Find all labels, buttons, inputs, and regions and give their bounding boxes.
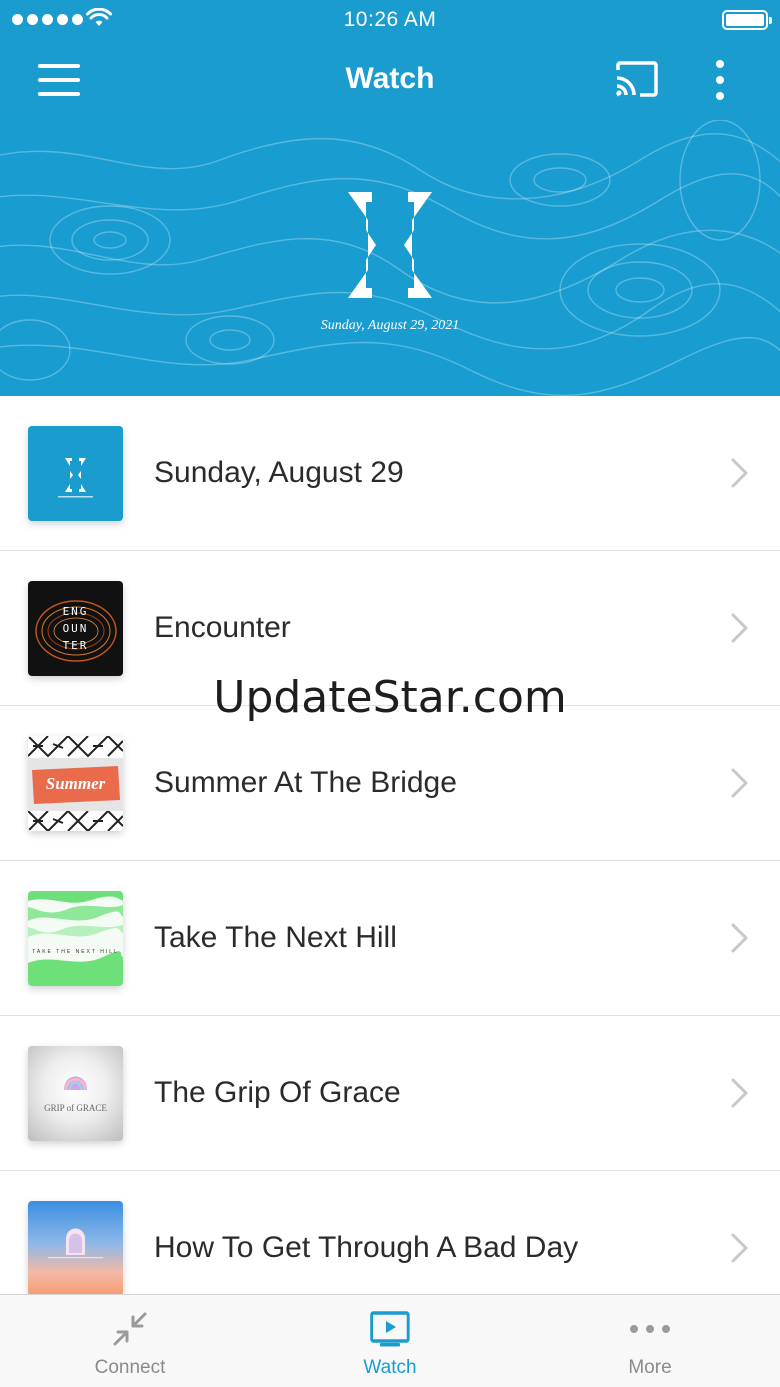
status-bar: 10:26 AM xyxy=(0,0,780,40)
arrows-in-icon xyxy=(113,1312,147,1346)
thumbnail-image: TAKE THE NEXT HILL xyxy=(28,891,123,986)
cast-icon[interactable] xyxy=(614,60,660,98)
tab-label: Connect xyxy=(94,1357,166,1378)
list-item-label: Summer At The Bridge xyxy=(154,766,457,799)
list-item-label: Sunday, August 29 xyxy=(154,456,404,489)
list-item-label: Take The Next Hill xyxy=(154,921,397,954)
nav-bar: Watch xyxy=(0,40,780,120)
thumbnail-image xyxy=(28,426,123,521)
thumbnail-image: Summer xyxy=(28,736,123,831)
tab-watch[interactable]: Watch xyxy=(260,1295,520,1387)
list-item[interactable]: TAKE THE NEXT HILL Take The Next Hill xyxy=(0,861,780,1016)
thumbnail-text: TAKE THE NEXT HILL xyxy=(32,949,119,955)
page-title: Watch xyxy=(345,62,435,95)
media-list: Sunday, August 29 ENG OUN TER Encounter xyxy=(0,396,780,1326)
watermark-text: UpdateStar.com xyxy=(213,672,567,723)
thumbnail-text: Summer xyxy=(45,774,106,793)
chevron-right-icon xyxy=(731,613,748,643)
thumbnail-text: TER xyxy=(62,639,89,652)
hero-banner: Sunday, August 29, 2021 xyxy=(0,120,780,396)
chevron-right-icon xyxy=(731,458,748,488)
tv-play-icon xyxy=(370,1311,410,1347)
tab-more[interactable]: More xyxy=(520,1295,780,1387)
battery-icon xyxy=(722,10,772,30)
status-time: 10:26 AM xyxy=(343,8,437,31)
more-dots-icon xyxy=(630,1325,670,1333)
list-item-label: The Grip Of Grace xyxy=(154,1076,401,1109)
more-options-icon[interactable] xyxy=(712,58,728,102)
tab-label: Watch xyxy=(363,1357,417,1378)
list-item[interactable]: GRIP of GRACE The Grip Of Grace xyxy=(0,1016,780,1171)
list-item[interactable]: Sunday, August 29 xyxy=(0,396,780,551)
thumbnail-image: GRIP of GRACE xyxy=(28,1046,123,1141)
thumbnail-image: ENG OUN TER xyxy=(28,581,123,676)
hero-date: Sunday, August 29, 2021 xyxy=(320,318,460,333)
chevron-right-icon xyxy=(731,923,748,953)
church-logo-icon xyxy=(348,192,432,298)
tab-connect[interactable]: Connect xyxy=(0,1295,260,1387)
tab-bar: Connect Watch More xyxy=(0,1294,780,1387)
tab-label: More xyxy=(628,1357,672,1378)
thumbnail-image xyxy=(28,1201,123,1296)
top-bar: 10:26 AM Watch xyxy=(0,0,780,120)
thumbnail-text: GRIP of GRACE xyxy=(44,1103,107,1113)
chevron-right-icon xyxy=(731,1233,748,1263)
list-item-label: How To Get Through A Bad Day xyxy=(154,1231,579,1264)
chevron-right-icon xyxy=(731,1078,748,1108)
chevron-right-icon xyxy=(731,768,748,798)
thumbnail-text: OUN xyxy=(62,622,89,635)
list-item[interactable]: Summer Summer At The Bridge xyxy=(0,706,780,861)
thumbnail-text: ENG xyxy=(62,605,89,618)
list-item-label: Encounter xyxy=(154,611,291,644)
